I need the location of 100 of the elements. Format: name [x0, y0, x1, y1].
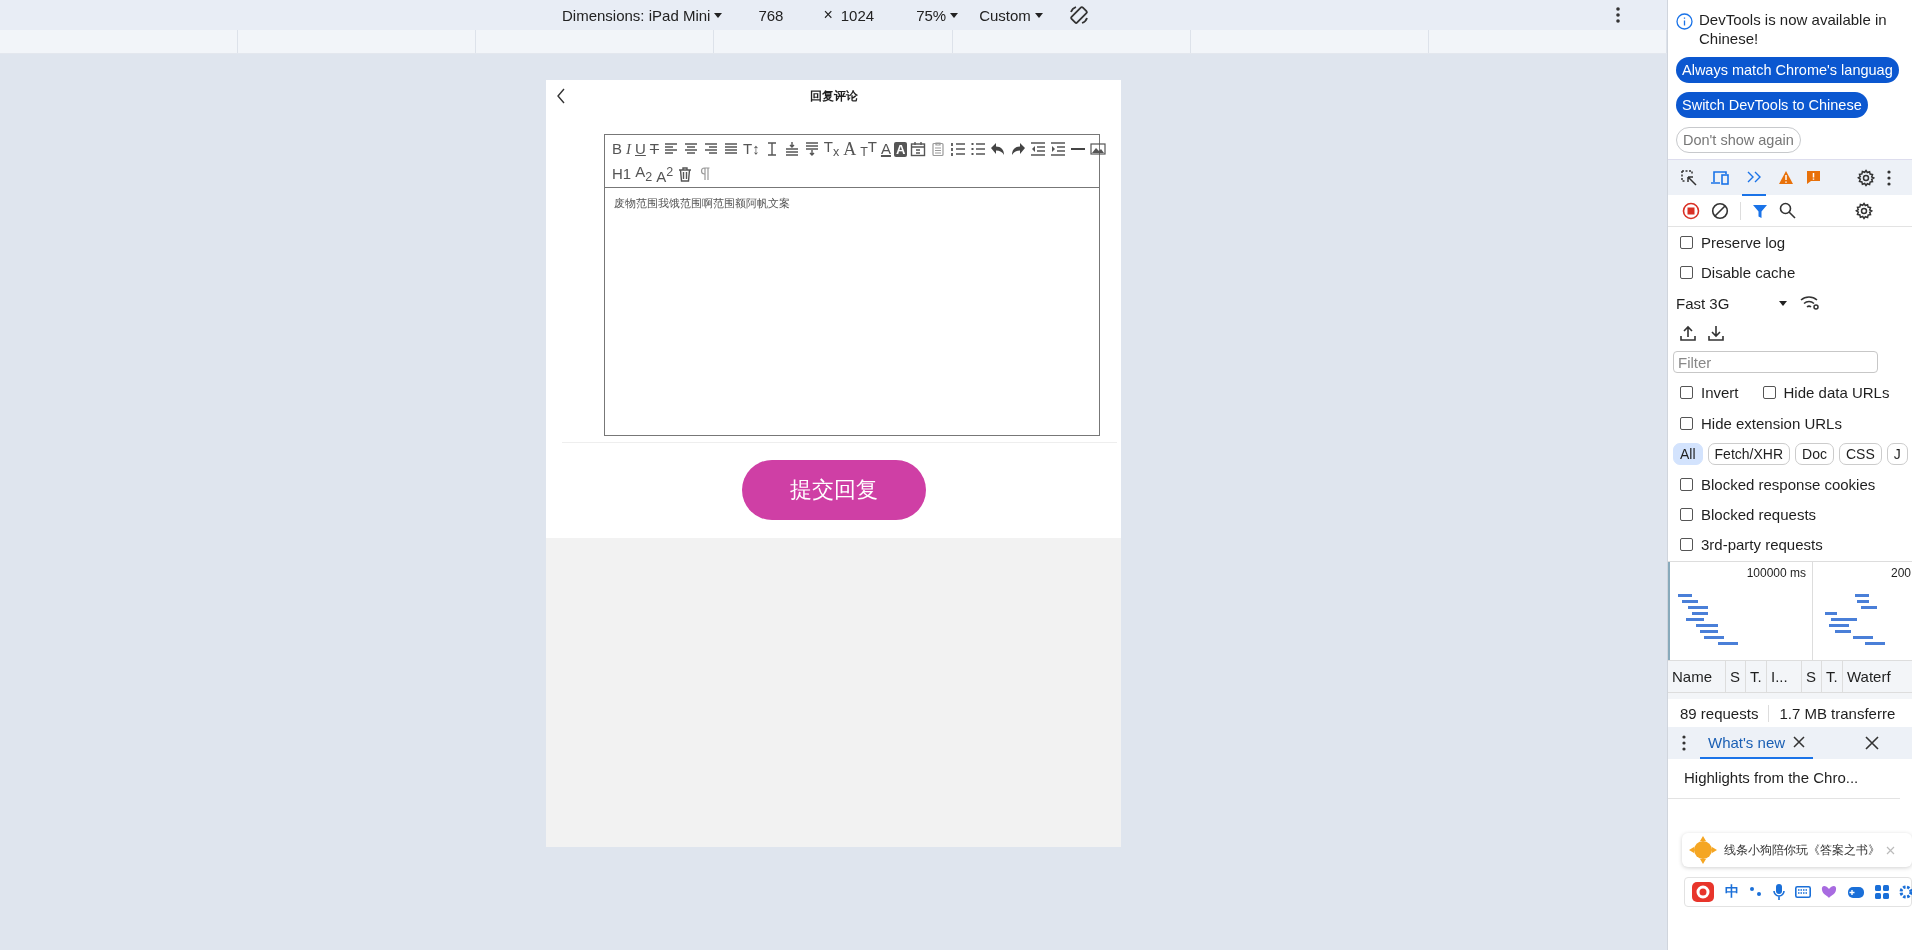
- bullet-list-icon[interactable]: [970, 141, 987, 157]
- more-icon[interactable]: [1614, 6, 1621, 24]
- checkbox[interactable]: [1762, 386, 1776, 399]
- submit-button[interactable]: 提交回复: [741, 460, 926, 520]
- microphone-icon[interactable]: [1773, 884, 1785, 900]
- checkbox-label[interactable]: Invert: [1701, 384, 1739, 401]
- align-left-icon[interactable]: [663, 141, 680, 157]
- input-mode-button[interactable]: 中: [1725, 883, 1739, 901]
- column-header[interactable]: S: [1802, 661, 1822, 692]
- highlight-button[interactable]: A: [893, 141, 908, 157]
- device-select[interactable]: Dimensions: iPad Mini: [562, 6, 724, 24]
- checkbox[interactable]: [1680, 507, 1693, 521]
- checkbox-label[interactable]: 3rd-party requests: [1701, 535, 1823, 553]
- indent-icon[interactable]: [1050, 141, 1067, 157]
- format-button[interactable]: $_{T}$T: [859, 137, 878, 161]
- search-icon[interactable]: [1779, 202, 1796, 219]
- justify-icon[interactable]: [723, 141, 740, 157]
- banner-button[interactable]: Always match Chrome's languag: [1676, 57, 1899, 83]
- gamepad-icon[interactable]: [1847, 885, 1865, 899]
- ime-logo-icon[interactable]: [1691, 881, 1715, 903]
- caret-icon: [949, 10, 960, 20]
- keyboard-icon[interactable]: [1795, 886, 1811, 898]
- checkbox[interactable]: [1680, 477, 1693, 491]
- column-header[interactable]: S: [1726, 661, 1746, 692]
- width-field[interactable]: 768: [758, 6, 784, 24]
- clipboard-icon[interactable]: [930, 141, 947, 157]
- type-filter-chip[interactable]: Doc: [1795, 443, 1834, 465]
- checkbox[interactable]: [1680, 386, 1693, 399]
- inspect-icon[interactable]: [1680, 168, 1698, 187]
- back-icon[interactable]: [556, 88, 566, 104]
- filter-icon[interactable]: [1752, 202, 1768, 219]
- checkbox-label[interactable]: Preserve log: [1701, 233, 1786, 251]
- spacing-above-icon[interactable]: [783, 141, 800, 157]
- warning-icon[interactable]: [1778, 170, 1794, 185]
- close-icon[interactable]: [1865, 736, 1880, 750]
- ordered-list-icon[interactable]: [950, 141, 967, 157]
- network-conditions-icon[interactable]: [1800, 295, 1820, 311]
- drawer-tab[interactable]: What's new: [1700, 727, 1814, 759]
- punctuation-icon[interactable]: [1749, 885, 1763, 899]
- banner-button[interactable]: Switch DevTools to Chinese: [1676, 92, 1868, 118]
- font-button[interactable]: A: [842, 140, 858, 158]
- underline-button[interactable]: U: [634, 140, 647, 158]
- checkbox[interactable]: [1680, 265, 1693, 279]
- font-color-button[interactable]: A: [879, 140, 892, 158]
- type-filter-chip[interactable]: J: [1886, 443, 1908, 465]
- format-button[interactable]: T$_{x}$: [822, 137, 841, 161]
- throttling-select[interactable]: Fast 3G: [1676, 294, 1788, 312]
- apps-icon[interactable]: [1875, 885, 1889, 899]
- caret-icon: [1778, 298, 1788, 308]
- more-icon[interactable]: [1887, 169, 1891, 186]
- column-header[interactable]: I...: [1767, 661, 1802, 692]
- checkbox-label[interactable]: Blocked response cookies: [1701, 475, 1876, 493]
- type-filter-chip[interactable]: Fetch/XHR: [1707, 443, 1791, 465]
- strikethrough-button[interactable]: T: [648, 140, 661, 158]
- column-header[interactable]: Waterf: [1843, 661, 1895, 692]
- rotate-icon[interactable]: [1067, 4, 1090, 26]
- format-button[interactable]: A$^{2}$: [655, 162, 675, 186]
- italic-button[interactable]: I: [625, 140, 632, 158]
- clear-icon[interactable]: [1711, 201, 1729, 220]
- checkbox[interactable]: [1680, 417, 1693, 430]
- tab-label[interactable]: What's new: [1708, 733, 1786, 751]
- device-icon[interactable]: [1710, 168, 1730, 187]
- record-icon[interactable]: [1682, 201, 1700, 220]
- trash-icon[interactable]: [677, 166, 694, 182]
- format-button[interactable]: T↕: [742, 140, 761, 158]
- zoom-select[interactable]: 75%: [916, 6, 960, 24]
- upload-icon[interactable]: [1680, 325, 1696, 341]
- outdent-icon[interactable]: [1030, 141, 1047, 157]
- calendar-icon[interactable]: [910, 141, 927, 157]
- checkbox-label[interactable]: Hide extension URLs: [1701, 415, 1842, 432]
- redo-icon[interactable]: [1010, 141, 1027, 157]
- preset-select[interactable]: Custom: [979, 6, 1044, 24]
- checkbox[interactable]: [1680, 235, 1693, 249]
- download-icon[interactable]: [1708, 325, 1724, 341]
- close-icon[interactable]: [1793, 736, 1806, 748]
- format-button[interactable]: H1: [611, 165, 633, 183]
- column-header[interactable]: T.: [1822, 661, 1843, 692]
- editor-field[interactable]: 废物范围我饿范围啊范围额阿帆文案: [605, 188, 1099, 435]
- spacing-below-icon[interactable]: [803, 141, 820, 157]
- more-icon[interactable]: [1682, 735, 1686, 751]
- image-icon[interactable]: [1090, 141, 1107, 157]
- undo-icon[interactable]: [990, 141, 1007, 157]
- page-title: 回复评论: [809, 87, 858, 105]
- checkbox[interactable]: [1680, 537, 1693, 551]
- checkbox-label[interactable]: Blocked requests: [1701, 505, 1817, 523]
- highlights-link[interactable]: Highlights from the Chro...: [1668, 759, 1900, 799]
- type-filter-chip[interactable]: CSS: [1838, 443, 1882, 465]
- filter-field[interactable]: Filter: [1673, 351, 1878, 373]
- column-header[interactable]: T.: [1746, 661, 1767, 692]
- align-right-icon[interactable]: [703, 141, 720, 157]
- align-center-icon[interactable]: [683, 141, 700, 157]
- time-tick: 200: [1891, 566, 1912, 580]
- bold-button[interactable]: B: [611, 140, 623, 158]
- height-field[interactable]: 1024: [840, 6, 875, 24]
- type-filter-chip[interactable]: All: [1673, 443, 1703, 465]
- checkbox-label[interactable]: Hide data URLs: [1783, 384, 1890, 401]
- issue-icon[interactable]: [1806, 170, 1821, 185]
- format-button[interactable]: A$_{2}$: [634, 162, 654, 186]
- column-header[interactable]: Name: [1668, 661, 1726, 692]
- checkbox-label[interactable]: Disable cache: [1701, 263, 1796, 281]
